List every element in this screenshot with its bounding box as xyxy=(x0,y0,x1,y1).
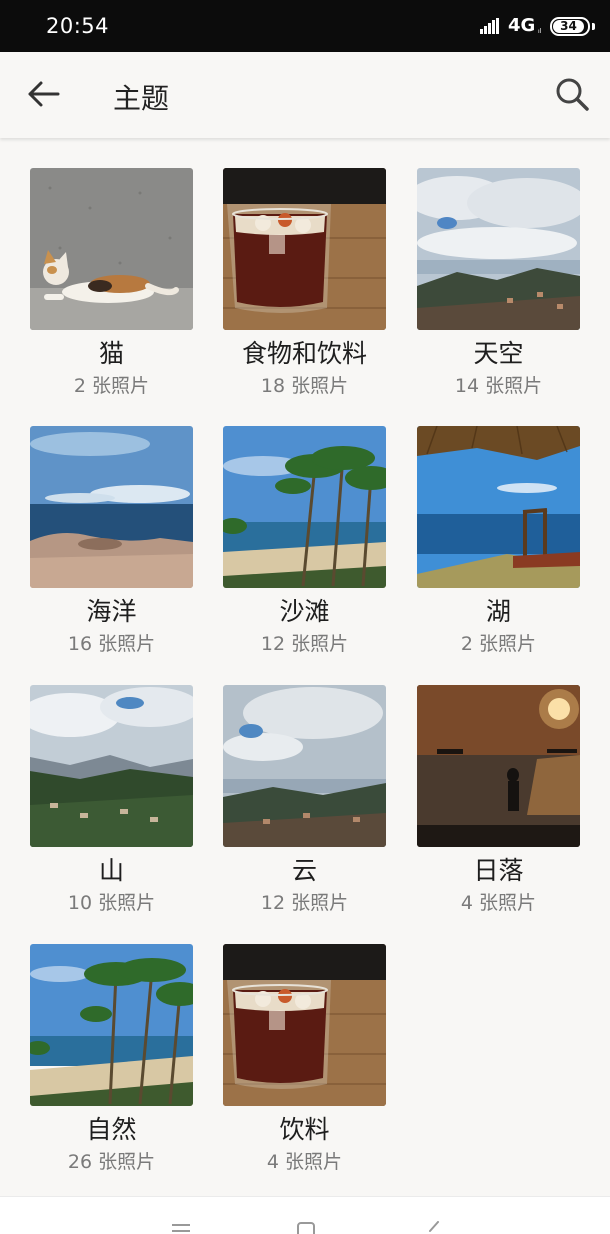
album-photo-count: 12 张照片 xyxy=(260,633,349,655)
home-square-icon[interactable] xyxy=(294,1221,318,1234)
album-thumbnail-lake xyxy=(417,426,580,588)
arrow-left-icon xyxy=(28,81,60,107)
album-tile-food-drink[interactable]: 食物和饮料 18 张照片 xyxy=(223,168,386,397)
album-photo-count: 16 张照片 xyxy=(67,633,156,655)
search-icon xyxy=(556,78,589,111)
menu-icon[interactable] xyxy=(169,1221,193,1234)
album-tile-sunset[interactable]: 日落 4 张照片 xyxy=(417,685,580,914)
album-thumbnail-cat xyxy=(30,168,193,330)
album-tile-beach[interactable]: 沙滩 12 张照片 xyxy=(223,426,386,655)
album-title: 日落 xyxy=(473,856,524,885)
album-photo-count: 4 张照片 xyxy=(266,1151,343,1173)
album-thumbnail-ocean xyxy=(30,426,193,588)
album-tile-sky[interactable]: 天空 14 张照片 xyxy=(417,168,580,397)
album-photo-count: 10 张照片 xyxy=(67,892,156,914)
album-title: 食物和饮料 xyxy=(241,339,367,368)
album-title: 自然 xyxy=(86,1115,137,1144)
album-thumbnail-mountain xyxy=(30,685,193,847)
signal-strength-icon xyxy=(480,18,502,34)
battery-icon: 34 xyxy=(550,17,590,36)
search-button[interactable] xyxy=(552,74,592,114)
back-chevron-icon[interactable] xyxy=(422,1221,446,1234)
album-thumbnail-cloud xyxy=(223,685,386,847)
album-tile-nature[interactable]: 自然 26 张照片 xyxy=(30,944,193,1173)
network-type: 4G xyxy=(508,15,536,36)
app-bar: 主题 xyxy=(0,52,610,138)
album-title: 饮料 xyxy=(279,1115,330,1144)
album-photo-count: 12 张照片 xyxy=(260,892,349,914)
album-photo-count: 26 张照片 xyxy=(67,1151,156,1173)
album-tile-lake[interactable]: 湖 2 张照片 xyxy=(417,426,580,655)
system-nav-bar xyxy=(0,1196,610,1234)
battery-level: 34 xyxy=(553,20,584,33)
album-thumbnail-food-drink xyxy=(223,168,386,330)
album-title: 海洋 xyxy=(86,597,137,626)
album-title: 沙滩 xyxy=(279,597,330,626)
album-photo-count: 18 张照片 xyxy=(260,375,349,397)
album-tile-cloud[interactable]: 云 12 张照片 xyxy=(223,685,386,914)
status-time: 20:54 xyxy=(46,14,110,38)
album-thumbnail-sunset xyxy=(417,685,580,847)
album-tile-beverage[interactable]: 饮料 4 张照片 xyxy=(223,944,386,1173)
album-title: 山 xyxy=(98,856,124,885)
album-thumbnail-nature xyxy=(30,944,193,1106)
back-button[interactable] xyxy=(24,74,64,114)
album-title: 湖 xyxy=(485,597,511,626)
album-photo-count: 2 张照片 xyxy=(73,375,150,397)
battery-tip-icon xyxy=(592,23,595,30)
album-title: 猫 xyxy=(98,339,124,368)
album-thumbnail-sky xyxy=(417,168,580,330)
page-title: 主题 xyxy=(113,82,170,115)
album-title: 天空 xyxy=(473,339,524,368)
album-photo-count: 2 张照片 xyxy=(460,633,537,655)
album-thumbnail-beverage xyxy=(223,944,386,1106)
album-photo-count: 14 张照片 xyxy=(454,375,543,397)
album-title: 云 xyxy=(291,856,317,885)
album-tile-ocean[interactable]: 海洋 16 张照片 xyxy=(30,426,193,655)
album-tile-cat[interactable]: 猫 2 张照片 xyxy=(30,168,193,397)
topic-album-grid: 猫 2 张照片 食物和饮料 18 张照片 天空 14 张照片 海洋 16 张照片… xyxy=(0,168,610,1178)
album-thumbnail-beach xyxy=(223,426,386,588)
status-bar: 20:54 4G ıl 34 xyxy=(0,0,610,52)
album-tile-mountain[interactable]: 山 10 张照片 xyxy=(30,685,193,914)
network-activity-indicator: ıl xyxy=(538,28,542,35)
album-photo-count: 4 张照片 xyxy=(460,892,537,914)
